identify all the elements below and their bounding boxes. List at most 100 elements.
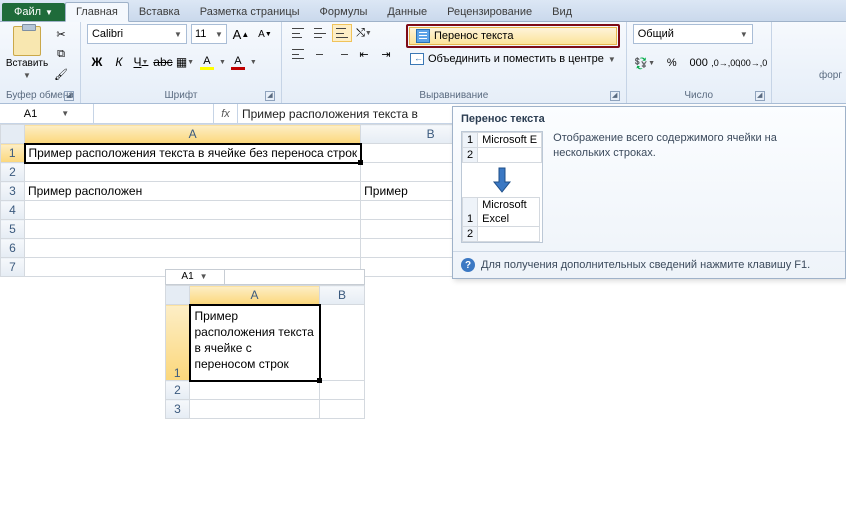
arrow-down-icon (462, 163, 542, 197)
align-left-button[interactable] (288, 45, 308, 63)
row-header[interactable]: 5 (1, 220, 25, 239)
tooltip-title: Перенос текста (453, 107, 845, 131)
group-number-title: Число (684, 90, 713, 101)
wrap-text-button[interactable]: Перенос текста (406, 24, 620, 48)
strike-button[interactable]: abc (153, 52, 173, 72)
cell[interactable] (320, 400, 365, 419)
cell[interactable] (320, 305, 365, 381)
cell[interactable] (25, 163, 361, 182)
dialog-launcher-icon[interactable]: ◢ (610, 91, 620, 101)
copy-button[interactable]: ⧉ (52, 46, 70, 62)
align-right-button[interactable] (332, 45, 352, 63)
chevron-down-icon[interactable]: ▼ (250, 59, 257, 66)
cell[interactable] (25, 239, 361, 258)
cell[interactable] (25, 201, 361, 220)
increase-indent-button[interactable]: ⇥ (376, 45, 396, 63)
align-bottom-button[interactable] (332, 24, 352, 42)
cell[interactable]: Пример расположения текста в ячейке без … (25, 144, 361, 163)
italic-button[interactable]: К (109, 52, 129, 72)
dialog-launcher-icon[interactable]: ◢ (265, 91, 275, 101)
group-clipboard: Вставить ▼ ✂ ⧉ 🖌 Буфер обмена◢ (0, 22, 81, 103)
inset-grid[interactable]: A B 1 Пример расположения текста в ячейк… (165, 285, 365, 419)
wrap-text-tooltip: Перенос текста 1Microsoft E 2 1Microsoft… (452, 106, 846, 279)
underline-button[interactable]: Ч▼ (131, 52, 151, 72)
accounting-format-button[interactable]: 💱▼ (633, 52, 657, 74)
chevron-down-icon: ▼ (174, 30, 182, 39)
select-all-corner[interactable] (166, 286, 190, 305)
row-header[interactable]: 7 (1, 258, 25, 277)
orientation-button[interactable]: ⤭▼ (354, 24, 374, 42)
chevron-down-icon: ▼ (608, 55, 616, 64)
row-header[interactable]: 6 (1, 239, 25, 258)
align-top-button[interactable] (288, 24, 308, 42)
tab-home[interactable]: Главная (65, 2, 129, 22)
dialog-launcher-icon[interactable]: ◢ (755, 91, 765, 101)
chevron-down-icon: ▼ (61, 109, 69, 118)
tab-data[interactable]: Данные (377, 3, 437, 21)
shrink-font-button[interactable]: A▼ (255, 24, 275, 44)
cell[interactable]: Пример расположения текста в ячейке с пе… (190, 305, 320, 381)
grow-font-button[interactable]: A▲ (231, 24, 251, 44)
chevron-down-icon: ▼ (187, 59, 194, 66)
wrap-text-label: Перенос текста (434, 30, 514, 42)
chevron-down-icon: ▼ (365, 30, 372, 37)
group-number: Общий▼ 💱▼ % 000 ,0→,00 ,00→,0 Число ◢ (627, 22, 772, 103)
name-box[interactable]: A1▼ (0, 104, 94, 123)
cell[interactable] (190, 400, 320, 419)
inset-example: A1▼ A B 1 Пример расположения текста в я… (165, 269, 365, 419)
col-header[interactable]: A (190, 286, 320, 305)
row-header[interactable]: 2 (166, 381, 190, 400)
col-header[interactable]: B (320, 286, 365, 305)
tab-view[interactable]: Вид (542, 3, 582, 21)
increase-decimal-button[interactable]: ,0→,00 (714, 52, 738, 74)
bold-button[interactable]: Ж (87, 52, 107, 72)
formula-bar-gap (94, 104, 214, 123)
format-label-partial: форг (815, 68, 846, 83)
cell[interactable] (190, 381, 320, 400)
cut-button[interactable]: ✂ (52, 26, 70, 42)
row-header[interactable]: 1 (166, 305, 190, 381)
cell[interactable] (25, 220, 361, 239)
percent-button[interactable]: % (660, 52, 684, 74)
decrease-indent-button[interactable]: ⇤ (354, 45, 374, 63)
tab-review[interactable]: Рецензирование (437, 3, 542, 21)
number-format-combo[interactable]: Общий▼ (633, 24, 753, 44)
row-header[interactable]: 3 (1, 182, 25, 201)
comma-style-button[interactable]: 000 (687, 52, 711, 74)
cell[interactable]: Пример расположен (25, 182, 361, 201)
chevron-down-icon: ▼ (141, 59, 148, 66)
tooltip-demo: 1Microsoft E 2 1Microsoft Excel 2 (461, 131, 543, 243)
inset-name-box[interactable]: A1▼ (165, 269, 225, 284)
tab-formulas[interactable]: Формулы (310, 3, 378, 21)
tab-insert[interactable]: Вставка (129, 3, 190, 21)
paste-icon (13, 26, 41, 56)
group-font-title: Шрифт (165, 90, 198, 101)
select-all-corner[interactable] (1, 125, 25, 144)
tab-page-layout[interactable]: Разметка страницы (190, 3, 310, 21)
borders-button[interactable]: ▦▼ (175, 52, 195, 72)
tooltip-footer: Для получения дополнительных сведений на… (481, 259, 810, 271)
chevron-down-icon: ▼ (200, 272, 208, 281)
cell[interactable] (320, 381, 365, 400)
merge-center-button[interactable]: Объединить и поместить в центре ▼ (406, 51, 620, 67)
align-middle-button[interactable] (310, 24, 330, 42)
decrease-decimal-button[interactable]: ,00→,0 (741, 52, 765, 74)
row-header[interactable]: 4 (1, 201, 25, 220)
fx-icon[interactable]: fx (214, 104, 238, 123)
col-header[interactable]: A (25, 125, 361, 144)
font-size-combo[interactable]: 11▼ (191, 24, 227, 44)
row-header[interactable]: 1 (1, 144, 25, 163)
row-header[interactable]: 3 (166, 400, 190, 419)
format-painter-button[interactable]: 🖌 (52, 66, 70, 82)
font-name-combo[interactable]: Calibri▼ (87, 24, 187, 44)
file-tab[interactable]: Файл ▼ (2, 3, 65, 21)
font-color-button[interactable]: A (228, 52, 248, 72)
align-center-button[interactable] (310, 45, 330, 63)
fill-color-button[interactable]: A (197, 52, 217, 72)
row-header[interactable]: 2 (1, 163, 25, 182)
wrap-text-icon (416, 29, 430, 43)
paste-button[interactable]: Вставить ▼ (6, 24, 48, 89)
chevron-down-icon[interactable]: ▼ (219, 59, 226, 66)
dialog-launcher-icon[interactable]: ◢ (64, 91, 74, 101)
file-tab-label: Файл (14, 6, 41, 18)
